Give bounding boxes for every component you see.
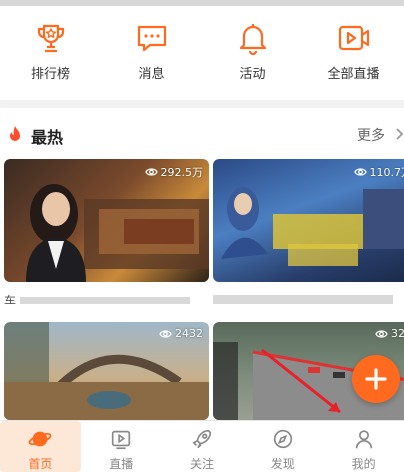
rocket-icon [192,429,212,449]
quick-link-messages[interactable]: 消息 [101,6,202,100]
stream-thumbnail: 110.7万 [213,159,404,282]
view-count: 292.5万 [144,164,204,180]
view-count-value: 2432 [175,327,203,340]
view-count-value: 328 [391,327,404,340]
view-count-value: 292.5万 [160,166,204,179]
bell-icon [239,24,266,56]
tab-live[interactable]: 直播 [81,421,162,472]
view-count: 2432 [159,327,203,340]
eye-icon [144,168,158,176]
quick-link-label: 活动 [239,67,266,82]
tab-label: 关注 [189,457,214,471]
tab-home[interactable]: 首页 [0,421,81,472]
more-link[interactable]: 更多 [357,125,385,145]
quick-link-activity[interactable]: 活动 [202,6,303,100]
eye-icon [375,329,388,338]
quick-link-all-live[interactable]: 全部直播 [303,6,404,100]
trophy-icon [37,24,64,53]
eye-icon [353,168,367,176]
quick-link-label: 排行榜 [30,67,70,82]
message-icon [137,25,166,52]
section-title: 最热 [31,128,64,147]
stream-caption [213,292,404,304]
discover-icon [273,429,292,449]
hot-section: 最热 更多 292.5万 车 110.7 2432 32 [0,108,404,420]
view-count: 110.7万 [353,164,404,180]
tab-follow[interactable]: 关注 [162,421,243,472]
planet-icon [28,431,52,447]
bottom-tab-bar: 首页 直播 关注 发现 我的 [0,420,404,472]
eye-icon [159,329,172,338]
hot-section-header: 最热 更多 [0,122,404,147]
stream-thumbnail: 292.5万 [4,159,209,282]
video-icon [338,25,369,51]
stream-card[interactable]: 110.7万 [213,159,404,309]
stream-card[interactable]: 292.5万 车 [4,159,209,309]
stream-thumbnail: 2432 [4,322,209,420]
quick-link-label: 全部直播 [327,67,380,82]
view-count: 328 [375,327,404,340]
tab-profile[interactable]: 我的 [323,421,404,472]
tab-label: 首页 [28,457,53,471]
add-button[interactable] [352,355,400,403]
tab-discover[interactable]: 发现 [242,421,323,472]
quick-link-ranking[interactable]: 排行榜 [0,6,101,100]
quick-link-label: 消息 [138,67,165,82]
stream-card[interactable]: 2432 [4,322,209,420]
stream-caption: 车 [4,292,209,304]
fire-icon [10,126,20,141]
play-screen-icon [112,430,131,450]
tab-label: 直播 [109,457,134,471]
quick-links: 排行榜 消息 活动 全部直播 [0,6,404,100]
view-count-value: 110.7万 [369,166,404,179]
plus-icon [365,368,387,390]
tab-label: 发现 [270,457,295,471]
profile-icon [355,430,372,449]
tab-label: 我的 [351,457,376,471]
stream-caption-text: 车 [4,294,17,304]
chevron-right-icon[interactable] [394,127,404,141]
